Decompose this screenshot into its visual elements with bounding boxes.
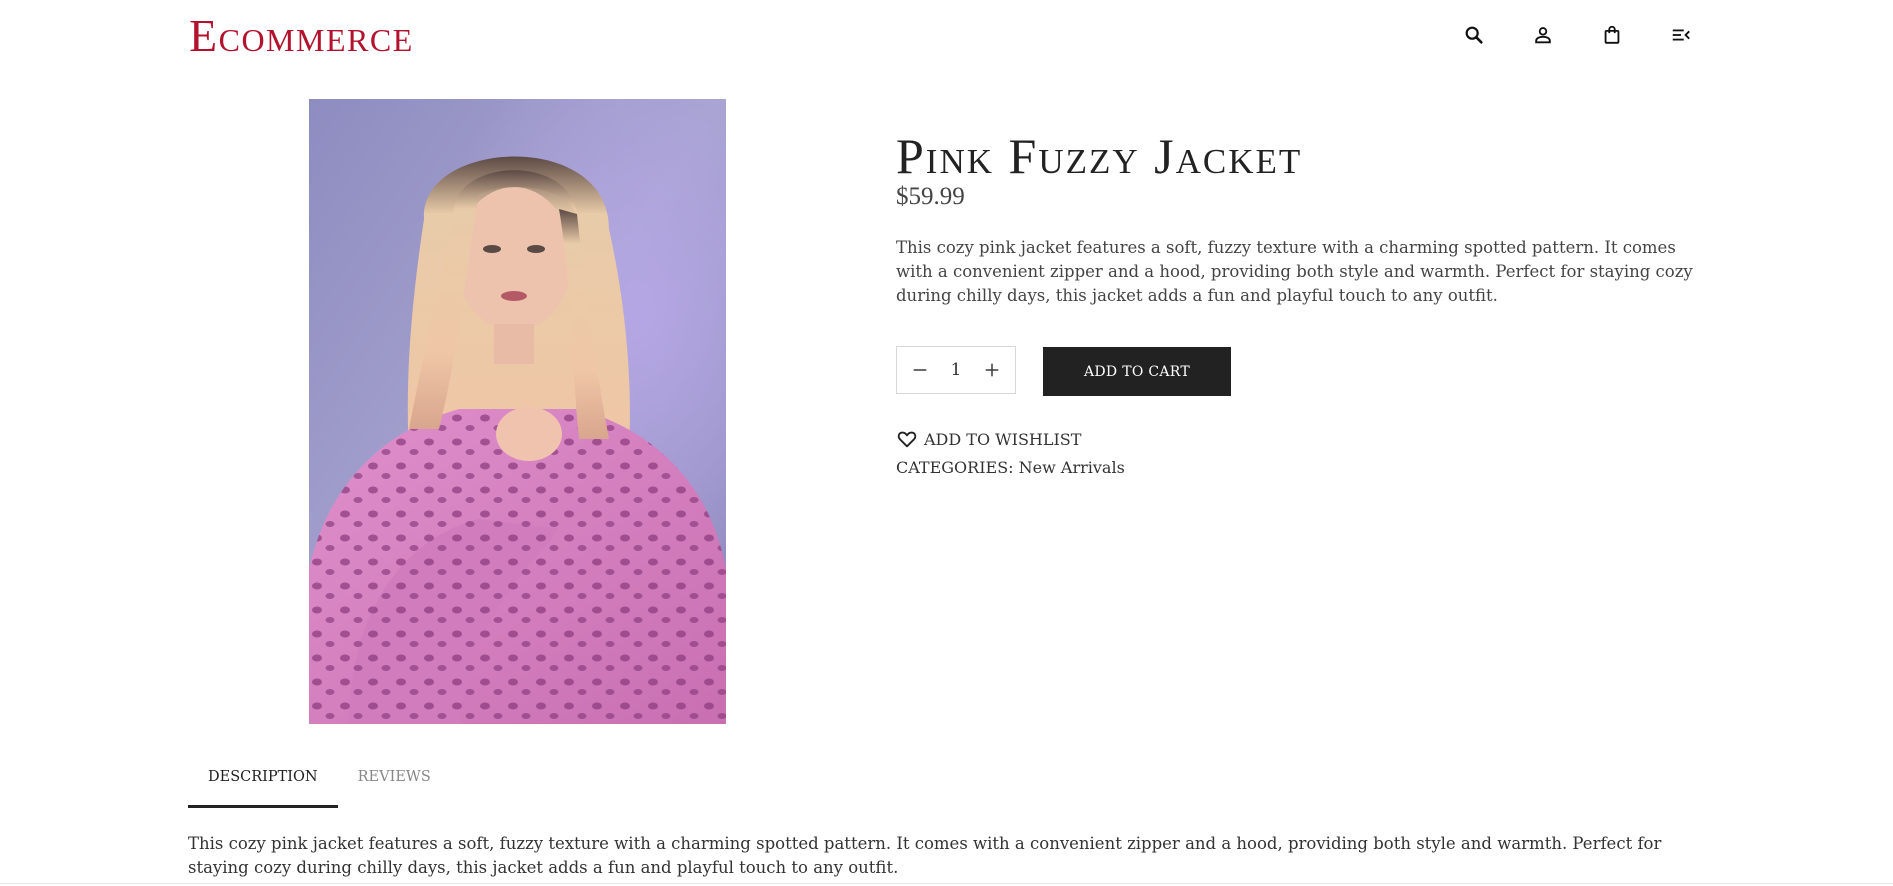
quantity-value[interactable]: 1 — [951, 360, 962, 380]
add-to-wishlist-link[interactable]: ADD TO WISHLIST — [896, 428, 1081, 450]
heart-icon — [897, 431, 917, 448]
user-icon[interactable] — [1531, 23, 1555, 47]
decrease-quantity-button[interactable] — [909, 359, 931, 381]
product-photo-illustration — [309, 99, 726, 724]
product-description: This cozy pink jacket features a soft, f… — [896, 238, 1693, 305]
shopping-bag-icon[interactable] — [1600, 23, 1624, 47]
category-link-new-arrivals[interactable]: New Arrivals — [1019, 458, 1125, 477]
menu-icon[interactable] — [1669, 23, 1693, 47]
categories-label: CATEGORIES: — [896, 458, 1014, 477]
minus-icon — [913, 369, 927, 371]
increase-quantity-button[interactable] — [981, 359, 1003, 381]
tab-description[interactable]: DESCRIPTION — [188, 766, 338, 808]
wishlist-label: ADD TO WISHLIST — [924, 429, 1082, 449]
product-categories: CATEGORIES: New Arrivals — [896, 458, 1125, 477]
tab-reviews[interactable]: REVIEWS — [338, 766, 451, 805]
product-title: Pink Fuzzy Jacket — [896, 128, 1303, 184]
divider — [0, 883, 1893, 884]
add-to-cart-button[interactable]: ADD TO CART — [1043, 347, 1231, 396]
site-logo[interactable]: Ecommerce — [189, 8, 414, 64]
search-icon[interactable] — [1462, 23, 1486, 47]
product-price: $59.99 — [896, 183, 965, 210]
product-image[interactable] — [309, 99, 726, 724]
product-tabs: DESCRIPTION REVIEWS — [188, 766, 451, 808]
quantity-stepper: 1 — [896, 346, 1016, 394]
tab-description-content: This cozy pink jacket features a soft, f… — [188, 834, 1662, 877]
plus-icon — [985, 363, 999, 377]
header-icon-bar — [1462, 23, 1693, 47]
